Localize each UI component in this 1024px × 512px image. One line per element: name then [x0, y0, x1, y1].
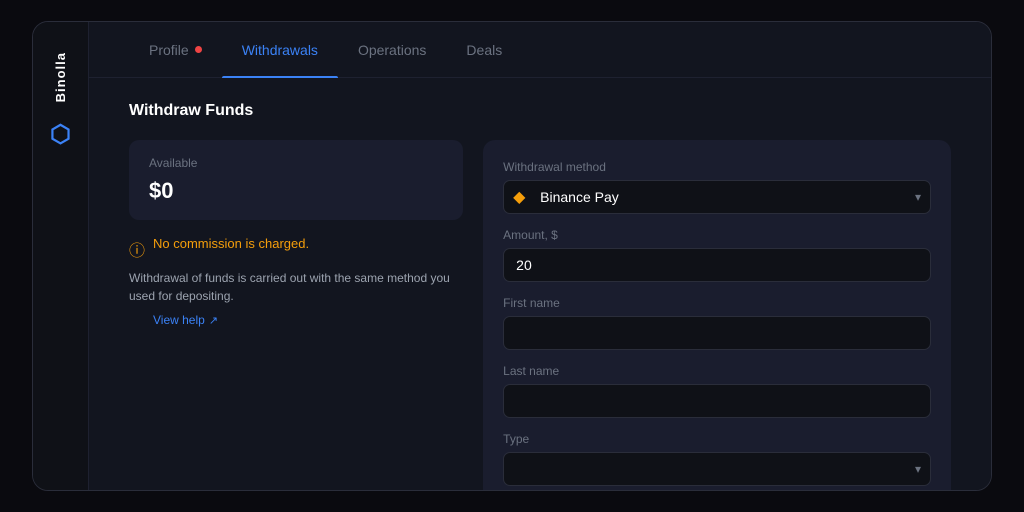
info-badge-text: No commission is charged. [153, 236, 309, 251]
tab-deals[interactable]: Deals [446, 22, 522, 78]
method-select[interactable]: Binance Pay [503, 180, 931, 214]
amount-label: Amount, $ [503, 228, 931, 242]
type-label: Type [503, 432, 931, 446]
logo-area: Binolla ⬡ [50, 42, 71, 149]
type-group: Type ▾ [503, 432, 931, 486]
amount-input[interactable] [503, 248, 931, 282]
profile-notification-dot [195, 46, 202, 53]
method-dropdown-wrapper: ◆ Binance Pay ▾ [503, 180, 931, 214]
main-content: Profile Withdrawals Operations Deals Wit… [89, 22, 991, 490]
available-label: Available [149, 156, 443, 170]
page-body: Withdraw Funds Available $0 ⓘ No commiss… [89, 78, 991, 490]
tab-operations[interactable]: Operations [338, 22, 446, 78]
sidebar: Binolla ⬡ [33, 22, 89, 490]
type-select[interactable] [503, 452, 931, 486]
tab-operations-label: Operations [358, 42, 426, 58]
page-title: Withdraw Funds [129, 102, 951, 120]
lastname-input[interactable] [503, 384, 931, 418]
left-panel: Available $0 ⓘ No commission is charged.… [129, 140, 463, 490]
info-badge-row: ⓘ No commission is charged. [129, 236, 463, 261]
info-block: ⓘ No commission is charged. Withdrawal o… [129, 236, 463, 327]
amount-group: Amount, $ [503, 228, 931, 282]
tab-navigation: Profile Withdrawals Operations Deals [89, 22, 991, 78]
view-help-label: View help [153, 313, 205, 327]
tab-withdrawals[interactable]: Withdrawals [222, 22, 338, 78]
withdrawal-method-group: Withdrawal method ◆ Binance Pay ▾ [503, 160, 931, 214]
right-panel: Withdrawal method ◆ Binance Pay ▾ Amount… [483, 140, 951, 490]
lastname-label: Last name [503, 364, 931, 378]
lastname-group: Last name [503, 364, 931, 418]
main-container: Binolla ⬡ Profile Withdrawals Operations… [32, 21, 992, 491]
app-name: Binolla [53, 52, 68, 102]
tab-profile-label: Profile [149, 42, 189, 58]
firstname-label: First name [503, 296, 931, 310]
tab-deals-label: Deals [466, 42, 502, 58]
info-description: Withdrawal of funds is carried out with … [129, 269, 463, 305]
type-dropdown-wrapper: ▾ [503, 452, 931, 486]
view-help-link[interactable]: View help ↗ [153, 313, 463, 327]
content-grid: Available $0 ⓘ No commission is charged.… [129, 140, 951, 490]
app-logo-icon: ⬡ [50, 120, 71, 149]
external-link-icon: ↗ [209, 314, 218, 327]
tab-withdrawals-label: Withdrawals [242, 42, 318, 58]
available-card: Available $0 [129, 140, 463, 220]
available-value: $0 [149, 178, 443, 204]
method-label: Withdrawal method [503, 160, 931, 174]
tab-profile[interactable]: Profile [129, 22, 222, 78]
firstname-input[interactable] [503, 316, 931, 350]
info-icon: ⓘ [129, 237, 145, 261]
firstname-group: First name [503, 296, 931, 350]
